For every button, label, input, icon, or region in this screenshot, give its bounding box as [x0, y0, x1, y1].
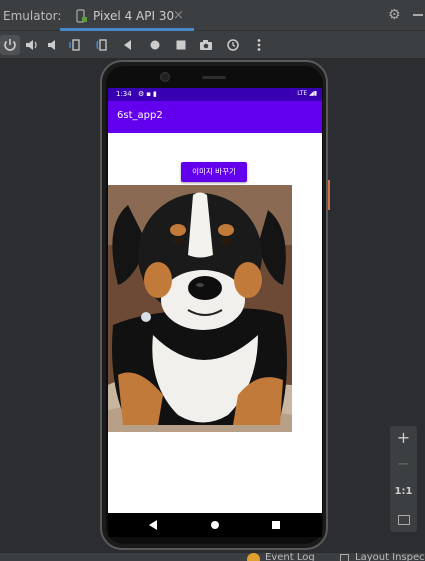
device-icon [76, 9, 87, 23]
dog-image [108, 185, 292, 432]
snapshot-icon[interactable] [223, 35, 243, 55]
nav-recent-icon[interactable] [272, 521, 280, 529]
device-nav-bar [108, 513, 322, 537]
home-icon[interactable] [145, 35, 165, 55]
volume-down-icon[interactable] [43, 35, 63, 55]
gear-icon[interactable]: ⚙ [388, 8, 402, 22]
zoom-fit-button[interactable] [390, 510, 417, 529]
more-icon[interactable] [249, 35, 269, 55]
volume-up-icon[interactable] [22, 35, 42, 55]
front-camera [160, 72, 170, 82]
power-icon[interactable] [0, 35, 20, 55]
layout-inspector-label[interactable]: Layout Inspec [355, 553, 425, 561]
emulator-toolbar [0, 31, 425, 59]
status-time: 1:34 [116, 90, 132, 98]
tab-pixel-4-api-30[interactable]: Pixel 4 API 30 × [60, 0, 194, 31]
tab-label: Pixel 4 API 30 [93, 9, 175, 23]
fit-screen-icon [397, 515, 410, 525]
emulator-tab-bar: Emulator: Pixel 4 API 30 × ⚙ [0, 0, 425, 31]
status-bar: 1:34 ⚙▪▮ LTE ◢▮ [108, 88, 322, 101]
event-log-label[interactable]: Event Log [265, 553, 315, 561]
device-screen: 1:34 ⚙▪▮ LTE ◢▮ 6st_app2 이미지 바꾸기 [108, 88, 322, 513]
zoom-in-button[interactable]: + [390, 428, 417, 447]
app-bar: 6st_app2 [108, 101, 322, 133]
layout-inspector-icon[interactable] [340, 554, 349, 561]
back-icon[interactable] [118, 35, 138, 55]
overview-icon[interactable] [171, 35, 191, 55]
ide-status-bar: Event Log Layout Inspec [0, 553, 425, 561]
event-log-icon[interactable] [247, 553, 260, 561]
earpiece-speaker [202, 76, 226, 79]
zoom-controls: + − 1:1 [390, 426, 417, 532]
rotate-left-icon[interactable] [66, 35, 86, 55]
close-icon[interactable]: × [173, 8, 184, 23]
app-title: 6st_app2 [117, 110, 163, 121]
zoom-out-button[interactable]: − [390, 454, 417, 473]
rotate-right-icon[interactable] [93, 35, 113, 55]
zoom-actual-size-button[interactable]: 1:1 [390, 486, 417, 497]
status-network: LTE ◢▮ [297, 90, 317, 97]
nav-back-icon[interactable] [148, 519, 158, 531]
change-image-button[interactable]: 이미지 바꾸기 [181, 162, 247, 182]
side-indicator [328, 180, 330, 210]
emulator-label: Emulator: [3, 9, 62, 23]
nav-home-icon[interactable] [211, 521, 219, 529]
minimize-icon[interactable] [413, 14, 423, 16]
notification-icons: ⚙▪▮ [138, 90, 159, 98]
camera-icon[interactable] [196, 35, 216, 55]
